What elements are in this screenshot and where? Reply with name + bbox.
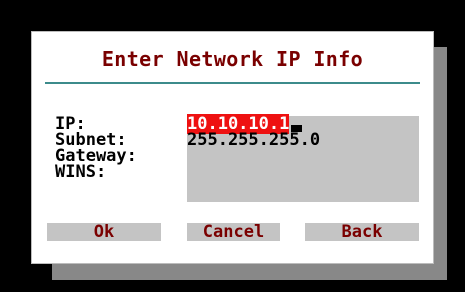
ok-button[interactable]: Ok (47, 223, 161, 241)
network-fields-input-area[interactable]: 10.10.10.1 255.255.255.0 (187, 114, 419, 202)
title-divider (45, 82, 420, 84)
wins-label: WINS: (55, 162, 107, 182)
back-button[interactable]: Back (305, 223, 419, 241)
cancel-button[interactable]: Cancel (187, 223, 280, 241)
subnet-field[interactable]: 255.255.255.0 (187, 132, 320, 149)
field-labels: IP: Subnet: Gateway: WINS: (55, 116, 195, 182)
dialog-title: Enter Network IP Info (101, 47, 364, 71)
network-ip-dialog: Enter Network IP Info IP: Subnet: Gatewa… (31, 31, 434, 264)
